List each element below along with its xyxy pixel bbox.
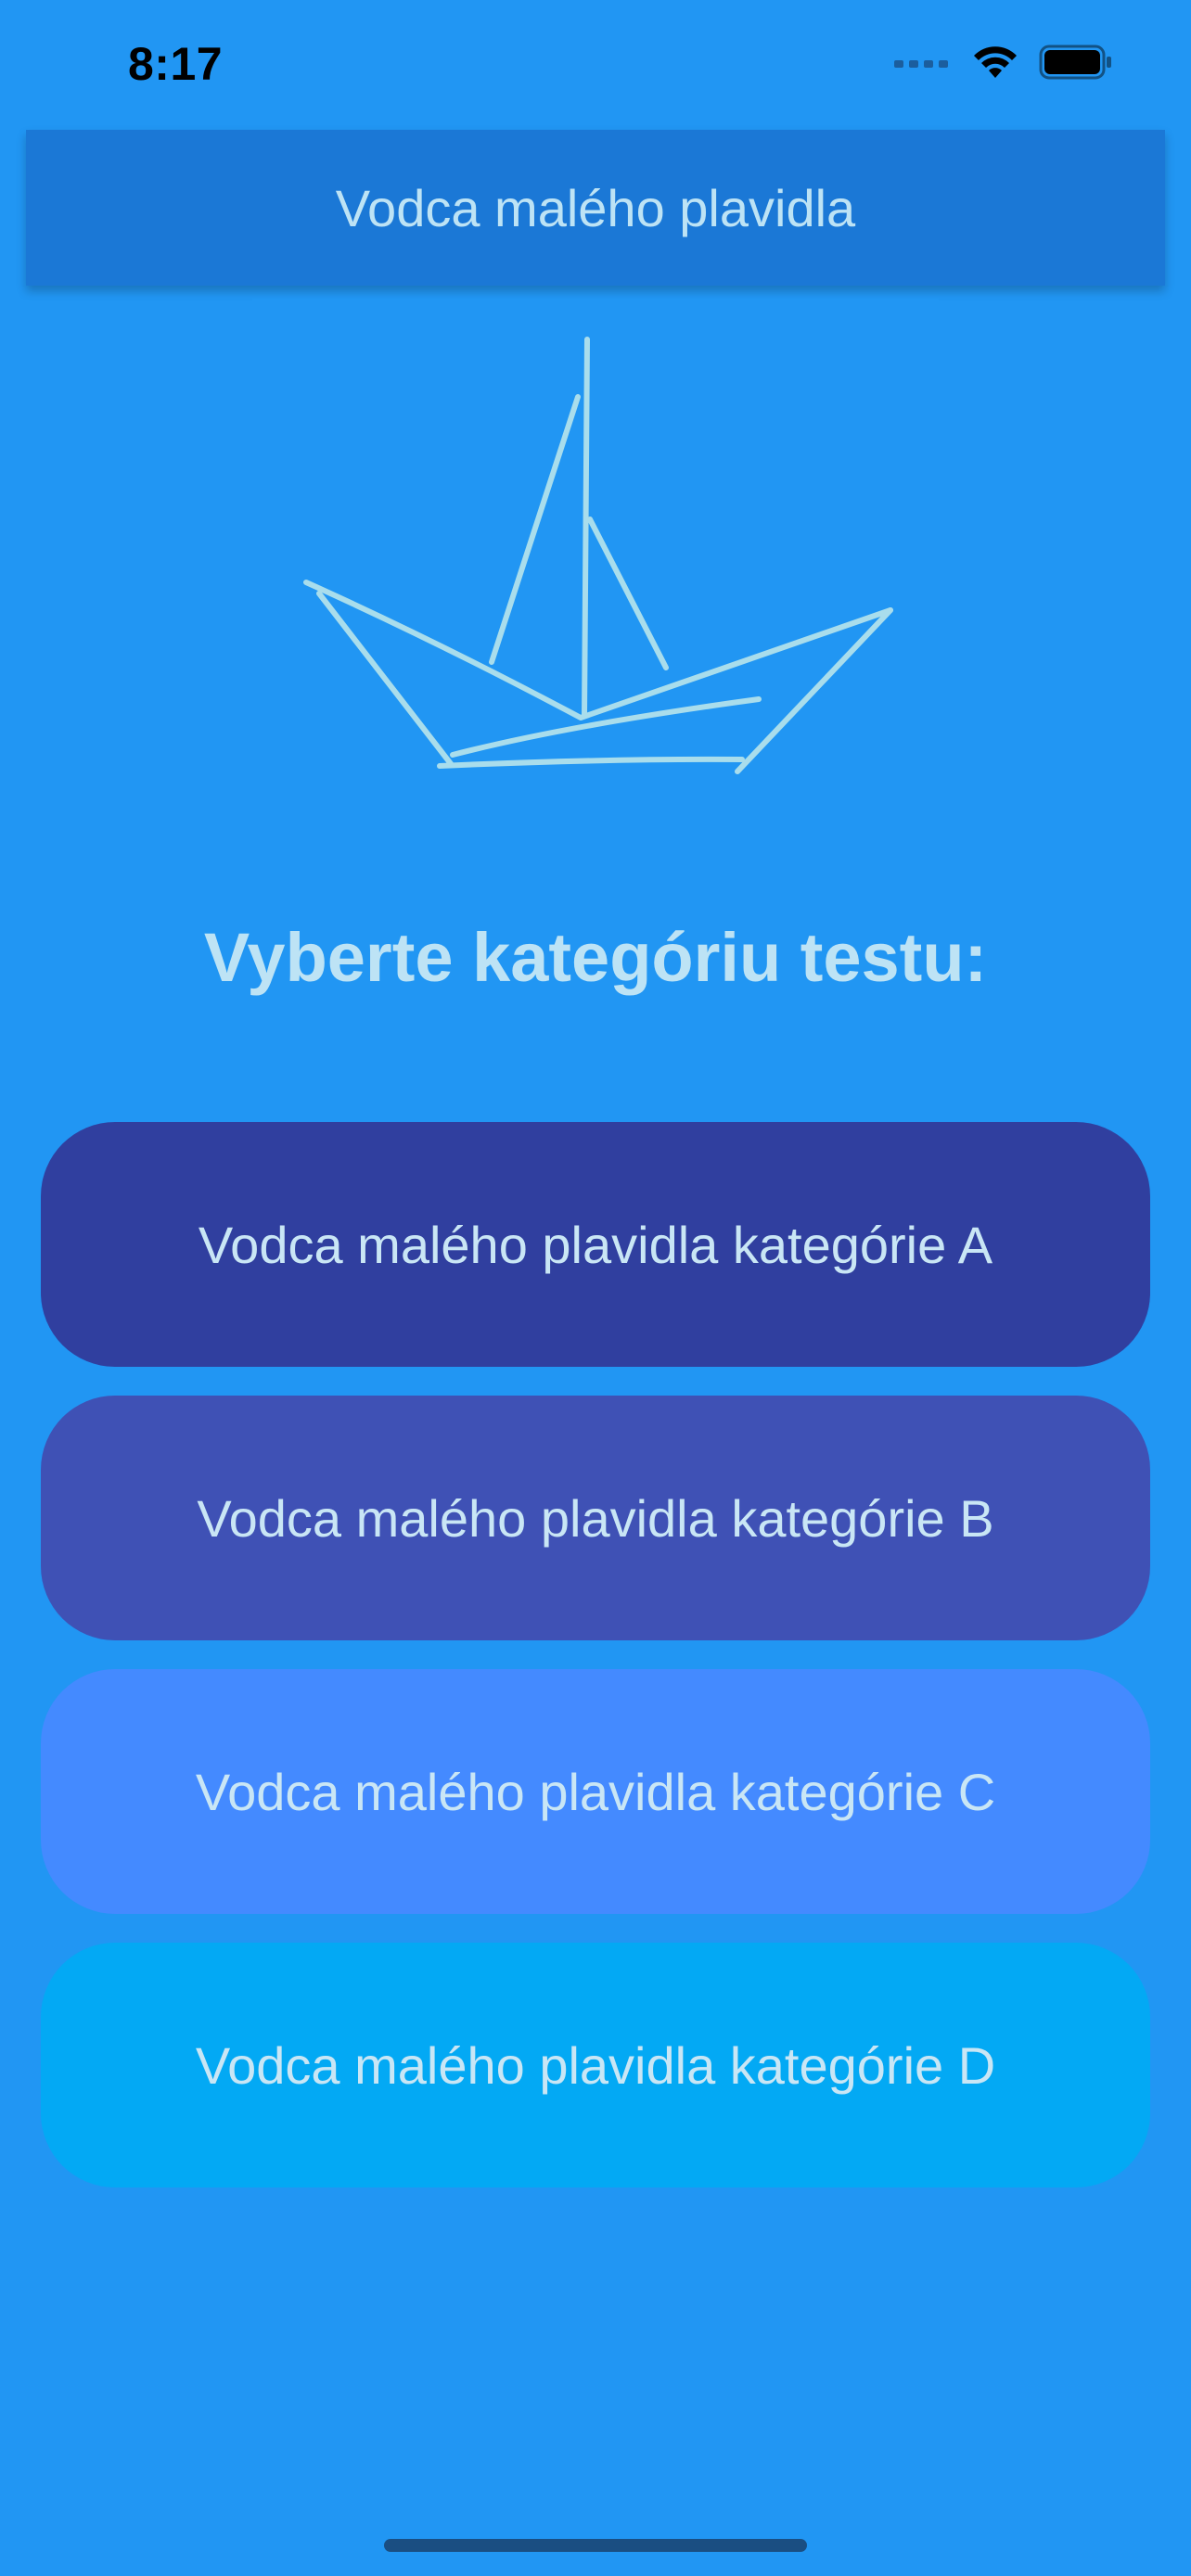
- sailboat-sketch-icon: [252, 299, 939, 846]
- category-a-button[interactable]: Vodca malého plavidla kategórie A: [41, 1122, 1150, 1367]
- status-time: 8:17: [128, 38, 224, 90]
- category-b-button[interactable]: Vodca malého plavidla kategórie B: [41, 1396, 1150, 1640]
- category-d-button[interactable]: Vodca malého plavidla kategórie D: [41, 1943, 1150, 2187]
- battery-icon: [1039, 45, 1111, 80]
- category-d-label: Vodca malého plavidla kategórie D: [195, 2035, 996, 2095]
- category-c-button[interactable]: Vodca malého plavidla kategórie C: [41, 1669, 1150, 1914]
- wifi-icon: [974, 46, 1017, 78]
- category-b-label: Vodca malého plavidla kategórie B: [197, 1488, 994, 1548]
- category-prompt: Vyberte kategóriu testu:: [203, 919, 988, 996]
- category-a-label: Vodca malého plavidla kategórie A: [198, 1215, 993, 1274]
- home-indicator[interactable]: [384, 2539, 807, 2552]
- signal-icon: [894, 60, 948, 68]
- app-bar-title: Vodca malého plavidla: [335, 178, 856, 237]
- category-c-label: Vodca malého plavidla kategórie C: [195, 1762, 996, 1821]
- status-bar: 8:17: [0, 0, 1191, 130]
- app-bar: Vodca malého plavidla: [26, 130, 1165, 286]
- status-icons: [894, 45, 1113, 80]
